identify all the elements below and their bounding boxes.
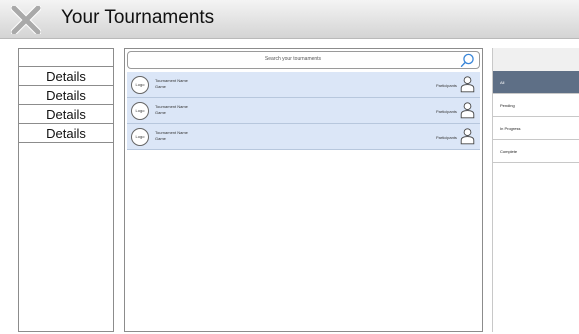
tournament-row[interactable]: Logo Tournament Name Game Participants bbox=[127, 98, 480, 124]
tournament-game: Game bbox=[155, 84, 166, 89]
sidebar-item-details[interactable]: Details bbox=[19, 86, 113, 105]
tournament-list: Logo Tournament Name Game Participants L… bbox=[127, 72, 480, 150]
page-title: Your Tournaments bbox=[61, 7, 215, 28]
tournament-logo: Logo bbox=[131, 76, 149, 94]
app-header: Your Tournaments bbox=[0, 0, 579, 39]
tournament-name: Tournament Name bbox=[155, 104, 188, 109]
sidebar-item-details[interactable]: Details bbox=[19, 105, 113, 124]
tournament-game: Game bbox=[155, 136, 166, 141]
tournament-logo: Logo bbox=[131, 128, 149, 146]
filter-all[interactable]: All bbox=[493, 71, 579, 94]
participants-label: Participants bbox=[436, 109, 457, 114]
search-input[interactable]: Search your tournaments bbox=[127, 51, 480, 69]
filter-complete[interactable]: Complete bbox=[493, 140, 579, 163]
sidebar-item-details[interactable]: Details bbox=[19, 124, 113, 143]
page: Your Tournaments Details Details Details… bbox=[0, 0, 579, 334]
tournament-row[interactable]: Logo Tournament Name Game Participants bbox=[127, 72, 480, 98]
tournament-name: Tournament Name bbox=[155, 130, 188, 135]
search-placeholder: Search your tournaments bbox=[264, 56, 322, 62]
tournament-logo: Logo bbox=[131, 102, 149, 120]
person-icon[interactable] bbox=[460, 76, 475, 93]
sidebar-item-details[interactable]: Details bbox=[19, 67, 113, 86]
filter-panel-header bbox=[493, 48, 579, 71]
person-icon[interactable] bbox=[460, 128, 475, 145]
sidebar-header bbox=[19, 49, 113, 67]
filter-in-progress[interactable]: In Progress bbox=[493, 117, 579, 140]
participants-label: Participants bbox=[436, 135, 457, 140]
tournament-game: Game bbox=[155, 110, 166, 115]
status-filter-panel: All Pending In Progress Complete bbox=[492, 48, 579, 332]
tournament-row[interactable]: Logo Tournament Name Game Participants bbox=[127, 124, 480, 150]
x-mark-icon[interactable] bbox=[11, 6, 41, 34]
person-icon[interactable] bbox=[460, 102, 475, 119]
details-sidebar: Details Details Details Details bbox=[18, 48, 114, 332]
tournament-list-panel: Search your tournaments Logo Tournament … bbox=[124, 48, 483, 332]
filter-pending[interactable]: Pending bbox=[493, 94, 579, 117]
participants-label: Participants bbox=[436, 83, 457, 88]
tournament-name: Tournament Name bbox=[155, 78, 188, 83]
search-icon[interactable] bbox=[460, 53, 475, 68]
